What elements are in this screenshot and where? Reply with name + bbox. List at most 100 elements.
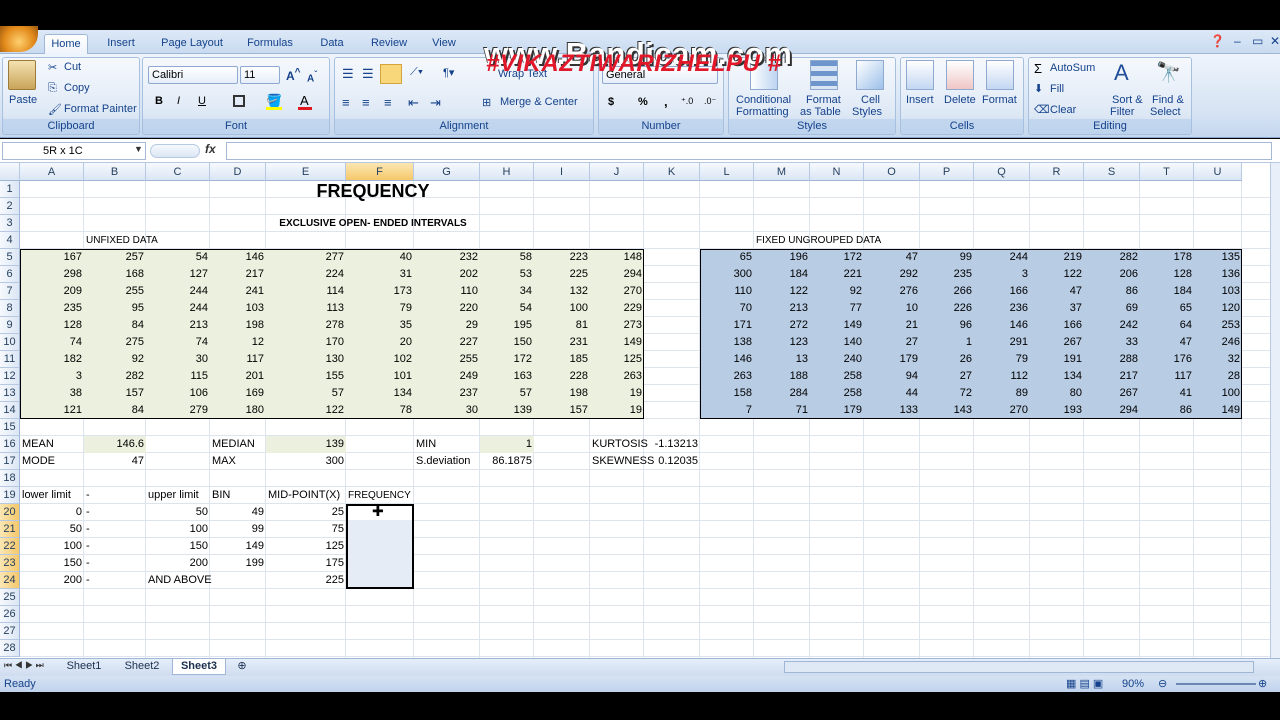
fixed-data-cell[interactable]: 276 bbox=[864, 283, 920, 300]
font-color-icon[interactable]: A bbox=[300, 93, 309, 108]
unfixed-data-cell[interactable]: 30 bbox=[414, 402, 480, 419]
page-view-icons[interactable]: ▦ ▤ ▣ bbox=[1066, 677, 1103, 690]
column-header[interactable]: M bbox=[754, 163, 810, 181]
fixed-data-cell[interactable]: 72 bbox=[920, 385, 974, 402]
fixed-data-cell[interactable]: 171 bbox=[700, 317, 754, 334]
insert-function-button[interactable]: fx bbox=[205, 142, 216, 156]
unfixed-data-cell[interactable]: 167 bbox=[20, 249, 84, 266]
increase-decimal-icon[interactable]: ⁺.0 bbox=[681, 96, 693, 107]
fixed-data-cell[interactable]: 1 bbox=[920, 334, 974, 351]
fixed-data-cell[interactable]: 272 bbox=[754, 317, 810, 334]
unfixed-data-cell[interactable]: 78 bbox=[346, 402, 414, 419]
fill-button[interactable]: Fill bbox=[1050, 83, 1064, 95]
dash-cell[interactable]: - bbox=[84, 504, 146, 521]
fixed-data-cell[interactable]: 166 bbox=[1030, 317, 1084, 334]
sheet-nav-first-icon[interactable]: ⏮ ◀ ▶ ⏭ bbox=[4, 660, 44, 671]
fixed-data-cell[interactable]: 117 bbox=[1140, 368, 1194, 385]
unfixed-data-cell[interactable]: 244 bbox=[146, 283, 210, 300]
align-top-icon[interactable]: ☰ bbox=[342, 66, 354, 82]
fixed-data-cell[interactable]: 94 bbox=[864, 368, 920, 385]
sd-label[interactable]: S.deviation bbox=[414, 453, 480, 470]
dash-cell[interactable]: - bbox=[84, 555, 146, 572]
unfixed-data-cell[interactable]: 257 bbox=[84, 249, 146, 266]
unfixed-data-cell[interactable]: 30 bbox=[146, 351, 210, 368]
unfixed-data-cell[interactable]: 163 bbox=[480, 368, 534, 385]
unfixed-data-cell[interactable]: 201 bbox=[210, 368, 266, 385]
unfixed-data-cell[interactable]: 224 bbox=[266, 266, 346, 283]
orientation-icon[interactable]: ⟋▾ bbox=[410, 66, 423, 79]
fixed-data-cell[interactable]: 184 bbox=[754, 266, 810, 283]
fixed-data-cell[interactable]: 138 bbox=[700, 334, 754, 351]
fixed-data-cell[interactable]: 65 bbox=[1140, 300, 1194, 317]
row-header[interactable]: 13 bbox=[0, 385, 20, 402]
unfixed-data-cell[interactable]: 228 bbox=[534, 368, 590, 385]
unfixed-data-cell[interactable]: 278 bbox=[266, 317, 346, 334]
comma-button[interactable]: , bbox=[664, 94, 668, 109]
fixed-data-cell[interactable]: 79 bbox=[974, 351, 1030, 368]
fixed-data-cell[interactable]: 86 bbox=[1140, 402, 1194, 419]
unfixed-data-cell[interactable]: 84 bbox=[84, 402, 146, 419]
fixed-data-cell[interactable]: 143 bbox=[920, 402, 974, 419]
fixed-data-cell[interactable]: 3 bbox=[974, 266, 1030, 283]
fixed-data-cell[interactable]: 236 bbox=[974, 300, 1030, 317]
fixed-data-cell[interactable]: 128 bbox=[1140, 266, 1194, 283]
fixed-data-cell[interactable]: 149 bbox=[1194, 402, 1242, 419]
fixed-data-cell[interactable]: 267 bbox=[1084, 385, 1140, 402]
row-header[interactable]: 28 bbox=[0, 640, 20, 657]
row-header[interactable]: 1 bbox=[0, 181, 20, 198]
unfixed-data-cell[interactable]: 128 bbox=[20, 317, 84, 334]
min-value[interactable]: 1 bbox=[480, 436, 534, 453]
fixed-data-cell[interactable]: 193 bbox=[1030, 402, 1084, 419]
unfixed-data-cell[interactable]: 110 bbox=[414, 283, 480, 300]
worksheet-grid[interactable]: A B C D E F G H I J K L M N O P Q R S T U 1 2 3 4 5 6 7 8 9 10 11 12 13 14… bbox=[0, 163, 1270, 658]
fixed-data-cell[interactable]: 92 bbox=[810, 283, 864, 300]
unfixed-data-cell[interactable]: 241 bbox=[210, 283, 266, 300]
midpoint-cell[interactable]: 25 bbox=[266, 504, 346, 521]
close-icon[interactable]: ✕ bbox=[1270, 34, 1280, 48]
fixed-data-cell[interactable]: 219 bbox=[1030, 249, 1084, 266]
align-middle-icon[interactable]: ☰ bbox=[362, 66, 374, 82]
row-header[interactable]: 2 bbox=[0, 198, 20, 215]
fixed-data-cell[interactable]: 235 bbox=[920, 266, 974, 283]
vertical-scrollbar[interactable] bbox=[1270, 163, 1280, 658]
column-header[interactable]: J bbox=[590, 163, 644, 181]
fixed-data-cell[interactable]: 158 bbox=[700, 385, 754, 402]
zoom-level[interactable]: 90% bbox=[1122, 678, 1144, 690]
unfixed-data-cell[interactable]: 117 bbox=[210, 351, 266, 368]
border-icon[interactable] bbox=[233, 95, 245, 107]
column-header[interactable]: N bbox=[810, 163, 864, 181]
row-header[interactable]: 8 bbox=[0, 300, 20, 317]
unfixed-data-cell[interactable]: 74 bbox=[146, 334, 210, 351]
sort-filter-button[interactable]: Sort & bbox=[1112, 94, 1143, 106]
unfixed-data-cell[interactable]: 198 bbox=[534, 385, 590, 402]
fixed-data-cell[interactable]: 47 bbox=[1030, 283, 1084, 300]
fixed-data-cell[interactable]: 246 bbox=[1194, 334, 1242, 351]
fixed-data-cell[interactable]: 149 bbox=[810, 317, 864, 334]
column-header[interactable]: A bbox=[20, 163, 84, 181]
dash-cell[interactable]: - bbox=[84, 572, 146, 589]
unfixed-data-cell[interactable]: 168 bbox=[84, 266, 146, 283]
unfixed-data-cell[interactable]: 57 bbox=[266, 385, 346, 402]
increase-indent-icon[interactable]: ⇥ bbox=[430, 95, 441, 111]
fixed-data-cell[interactable]: 179 bbox=[864, 351, 920, 368]
unfixed-data-cell[interactable]: 31 bbox=[346, 266, 414, 283]
unfixed-data-cell[interactable]: 132 bbox=[534, 283, 590, 300]
tab-home[interactable]: Home bbox=[44, 34, 88, 54]
midpoint-cell[interactable]: 75 bbox=[266, 521, 346, 538]
fixed-data-cell[interactable]: 258 bbox=[810, 385, 864, 402]
tab-formulas[interactable]: Formulas bbox=[240, 34, 300, 54]
horizontal-scrollbar[interactable] bbox=[784, 661, 1254, 673]
unfixed-data-cell[interactable]: 235 bbox=[20, 300, 84, 317]
fill-icon[interactable]: ⬇ bbox=[1034, 82, 1043, 95]
paste-button[interactable]: Paste bbox=[9, 94, 37, 106]
unfixed-data-cell[interactable]: 113 bbox=[266, 300, 346, 317]
unfixed-data-cell[interactable]: 92 bbox=[84, 351, 146, 368]
fixed-data-cell[interactable]: 291 bbox=[974, 334, 1030, 351]
unfixed-data-cell[interactable]: 229 bbox=[590, 300, 644, 317]
unfixed-data-cell[interactable]: 100 bbox=[534, 300, 590, 317]
italic-button[interactable]: I bbox=[177, 95, 180, 107]
delete-cells-button[interactable]: Delete bbox=[944, 94, 976, 106]
frequency-header[interactable]: FREQUENCY bbox=[346, 487, 414, 504]
lower-limit-cell[interactable]: 200 bbox=[20, 572, 84, 589]
unfixed-data-cell[interactable]: 127 bbox=[146, 266, 210, 283]
